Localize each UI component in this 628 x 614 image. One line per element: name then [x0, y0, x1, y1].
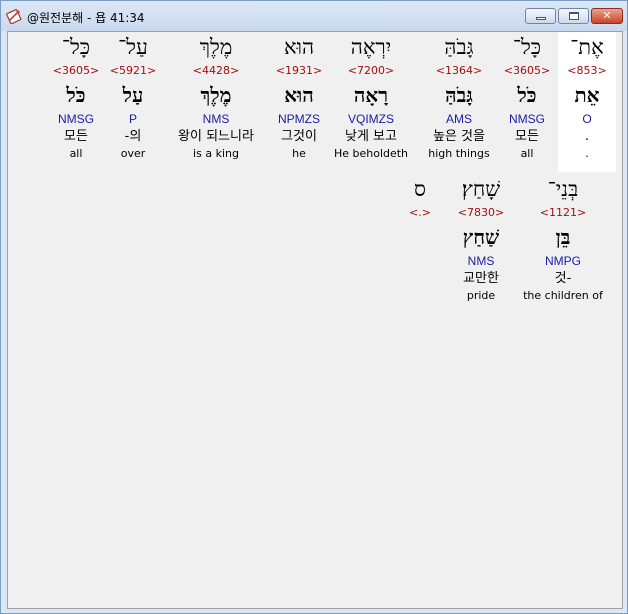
english-gloss: over: [120, 147, 146, 160]
maximize-button[interactable]: [558, 8, 589, 24]
morphology-code: O: [582, 112, 592, 126]
strong-number[interactable]: <7200>: [333, 62, 409, 80]
english-gloss: high things: [428, 147, 490, 160]
word-column[interactable]: כָּל־ <3605> כֹּל NMSG 모든 all: [498, 32, 556, 162]
hebrew-word: כָּל־: [512, 35, 542, 59]
word-column[interactable]: בְּנֵי־ <1121> בֵּן NMPG 것- the children…: [516, 174, 610, 304]
bible-app-icon: [6, 9, 22, 24]
close-button[interactable]: ✕: [591, 8, 623, 24]
word-column[interactable]: שָׁחַץ׃ <7830> שַׁחַץ NMS 교만한 pride: [452, 174, 510, 304]
word-column[interactable]: ס <.>: [400, 174, 440, 222]
lemma: אֵת: [574, 83, 600, 107]
lemma: הוּא: [284, 83, 314, 107]
morphology-code: AMS: [445, 112, 472, 126]
hebrew-word: יִרְאֶה: [350, 35, 392, 59]
lemma: שַׁחַץ: [462, 225, 500, 249]
close-icon: ✕: [602, 9, 612, 22]
strong-number[interactable]: <1364>: [421, 62, 497, 80]
strong-number[interactable]: <5921>: [104, 62, 162, 80]
korean-gloss: 높은 것을: [433, 129, 485, 144]
english-gloss: pride: [466, 289, 496, 302]
lemma: גָּבֹהַּ: [445, 83, 473, 107]
korean-gloss: 낮게 보고: [345, 129, 397, 144]
english-gloss: the children of: [523, 289, 603, 302]
strong-number[interactable]: <4428>: [170, 62, 262, 80]
korean-gloss: 그것이: [281, 129, 317, 144]
lemma: בֵּן: [555, 225, 571, 249]
strong-number[interactable]: <3605>: [47, 62, 105, 80]
lemma: רָאָה: [353, 83, 389, 107]
word-column[interactable]: הוּא <1931> הוּא NPMZS 그것이 he: [270, 32, 328, 162]
word-column[interactable]: עַל־ <5921> עַל P -의 over: [104, 32, 162, 162]
strong-number[interactable]: <853>: [558, 62, 616, 80]
interlinear-panel: אֶת־ <853> אֵת O . . כָּל־ <3605> כֹּל N…: [7, 31, 623, 609]
korean-gloss: 모든: [515, 129, 539, 144]
lemma: עַל: [122, 83, 144, 107]
korean-gloss: -의: [124, 129, 142, 144]
word-column[interactable]: מֶלֶךְ <4428> מֶלֶךְ NMS 왕이 되느니라 is a ki…: [170, 32, 262, 162]
lemma: מֶלֶךְ: [200, 83, 232, 107]
english-gloss: .: [585, 147, 589, 160]
word-column[interactable]: גָּבֹהַּ <1364> גָּבֹהַּ AMS 높은 것을 high …: [421, 32, 497, 162]
morphology-code: P: [128, 112, 137, 126]
word-column[interactable]: יִרְאֶה <7200> רָאָה VQIMZS 낮게 보고 He beh…: [333, 32, 409, 162]
word-column[interactable]: אֶת־ <853> אֵת O . .: [558, 32, 616, 172]
lemma: כֹּל: [66, 83, 86, 107]
korean-gloss: .: [584, 129, 590, 144]
morphology-code: VQIMZS: [347, 112, 394, 126]
morphology-code: NMS: [202, 112, 230, 126]
hebrew-word: גָּבֹהַּ: [444, 35, 474, 59]
window-title: @원전분해 - 욥 41:34: [27, 11, 145, 25]
hebrew-word: הוּא: [283, 35, 315, 59]
hebrew-word: בְּנֵי־: [547, 177, 579, 201]
word-column[interactable]: כָּל־ <3605> כֹּל NMSG 모든 all: [47, 32, 105, 162]
hebrew-word: כָּל־: [61, 35, 91, 59]
strong-number[interactable]: <1931>: [270, 62, 328, 80]
strong-number[interactable]: <3605>: [498, 62, 556, 80]
morphology-code: NMSG: [509, 112, 545, 126]
morphology-code: NMPG: [545, 254, 581, 268]
hebrew-word: עַל־: [118, 35, 148, 59]
maximize-icon: [569, 12, 579, 20]
strong-number[interactable]: <.>: [400, 204, 440, 222]
english-gloss: is a king: [193, 147, 239, 160]
strong-number[interactable]: <1121>: [516, 204, 610, 222]
korean-gloss: 것-: [554, 271, 572, 286]
morphology-code: NMS: [467, 254, 495, 268]
hebrew-word: ס: [414, 177, 426, 201]
minimize-button[interactable]: [525, 8, 556, 24]
strong-number[interactable]: <7830>: [452, 204, 510, 222]
minimize-icon: [536, 17, 546, 20]
korean-gloss: 모든: [64, 129, 88, 144]
hebrew-word: אֶת־: [570, 35, 604, 59]
korean-gloss: 왕이 되느니라: [178, 129, 254, 144]
hebrew-word: שָׁחַץ׃: [461, 177, 501, 201]
english-gloss: all: [69, 147, 83, 160]
english-gloss: He beholdeth: [333, 147, 409, 160]
english-gloss: all: [520, 147, 534, 160]
title-bar[interactable]: @원전분해 - 욥 41:34 ✕: [1, 1, 627, 31]
korean-gloss: 교만한: [463, 271, 499, 286]
morphology-code: NMSG: [58, 112, 94, 126]
hebrew-word: מֶלֶךְ: [199, 35, 233, 59]
app-window: @원전분해 - 욥 41:34 ✕ אֶת־ <853> אֵת O . . כ…: [0, 0, 628, 614]
morphology-code: NPMZS: [278, 112, 320, 126]
english-gloss: he: [292, 147, 306, 160]
lemma: כֹּל: [517, 83, 537, 107]
